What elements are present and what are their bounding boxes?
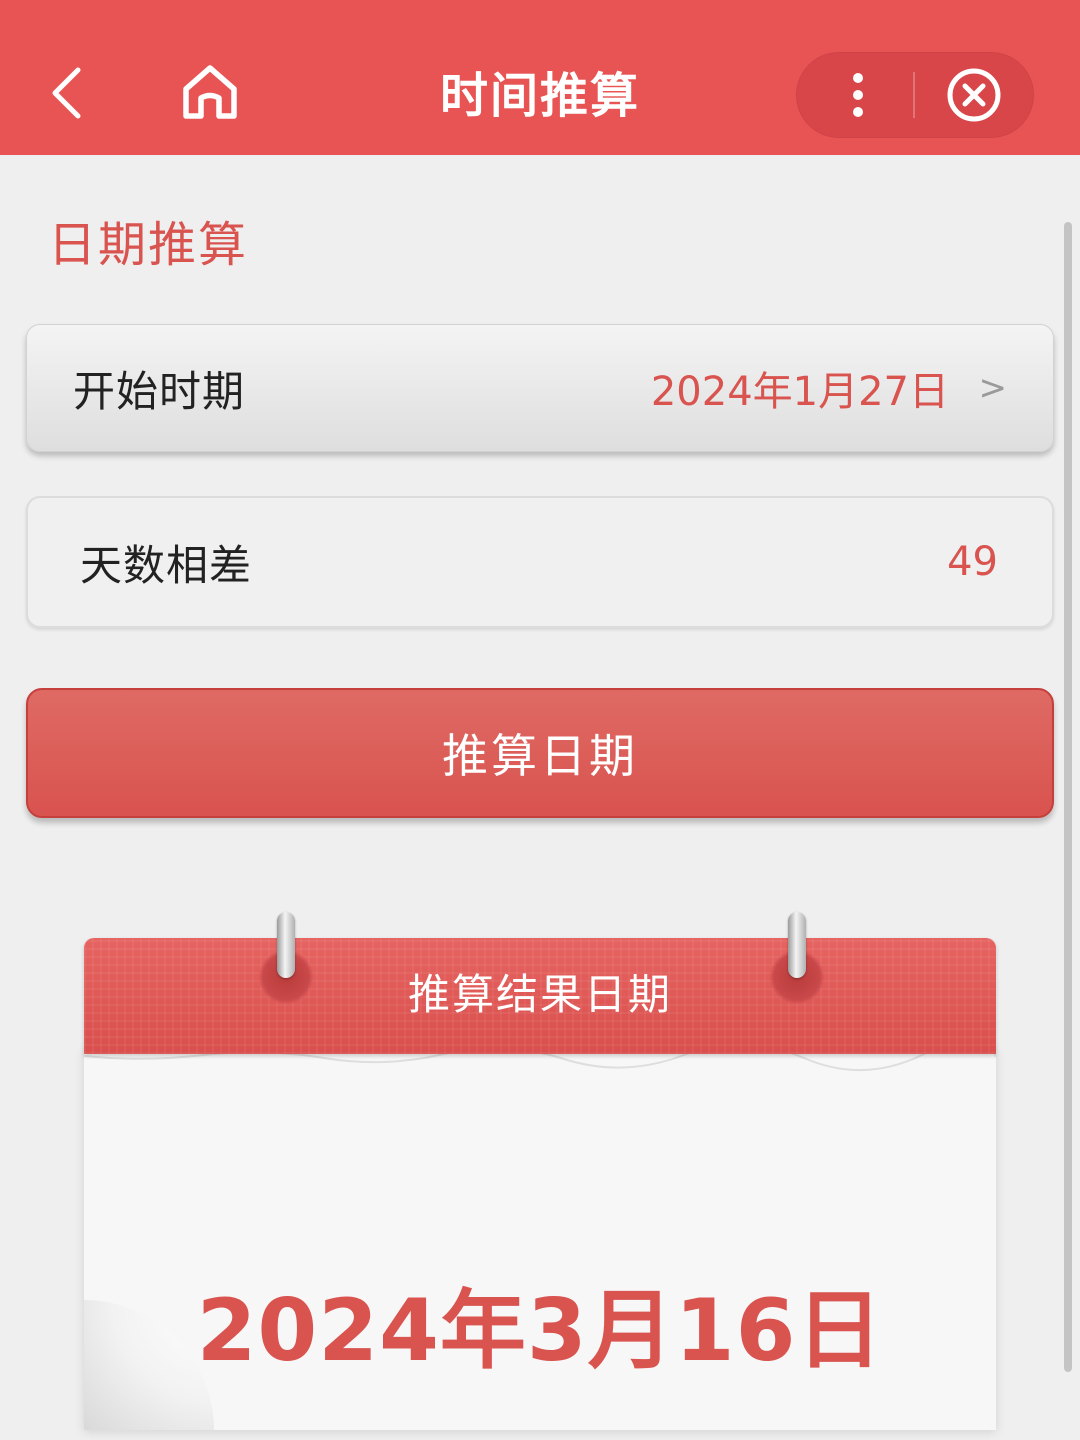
calendar-header: 推算结果日期 <box>84 938 996 1054</box>
page-title: 时间推算 <box>439 68 640 124</box>
result-calendar-card: 2024年3月16日 推算结果日期 <box>84 912 996 1430</box>
app-header: 时间推算 <box>0 0 1080 155</box>
mini-program-capsule <box>796 52 1034 138</box>
more-button[interactable] <box>832 65 884 125</box>
back-arrow-icon <box>52 67 81 119</box>
back-button[interactable] <box>38 58 98 128</box>
home-icon <box>183 65 237 119</box>
start-date-row[interactable]: 开始时期 2024年1月27日 > <box>26 324 1054 452</box>
more-vertical-icon <box>853 73 863 117</box>
home-button[interactable] <box>172 58 248 128</box>
calendar-header-title: 推算结果日期 <box>407 970 672 1019</box>
calculate-date-button[interactable]: 推算日期 <box>26 688 1054 818</box>
days-diff-input[interactable]: 49 <box>947 498 998 626</box>
chevron-right-icon: > <box>978 368 1008 408</box>
close-circle-icon <box>947 68 1001 122</box>
binder-ring-left <box>277 912 295 978</box>
days-diff-label: 天数相差 <box>80 540 253 590</box>
days-diff-row[interactable]: 天数相差 49 <box>26 496 1054 628</box>
section-title: 日期推算 <box>48 217 249 273</box>
calendar-page: 2024年3月16日 <box>84 1048 996 1430</box>
start-date-value: 2024年1月27日 <box>650 369 949 415</box>
start-date-label: 开始时期 <box>73 366 246 416</box>
scrollbar[interactable] <box>1064 222 1072 1372</box>
result-date: 2024年3月16日 <box>196 1281 884 1381</box>
close-button[interactable] <box>942 65 1006 125</box>
capsule-divider <box>913 72 915 118</box>
binder-ring-right <box>788 912 806 978</box>
